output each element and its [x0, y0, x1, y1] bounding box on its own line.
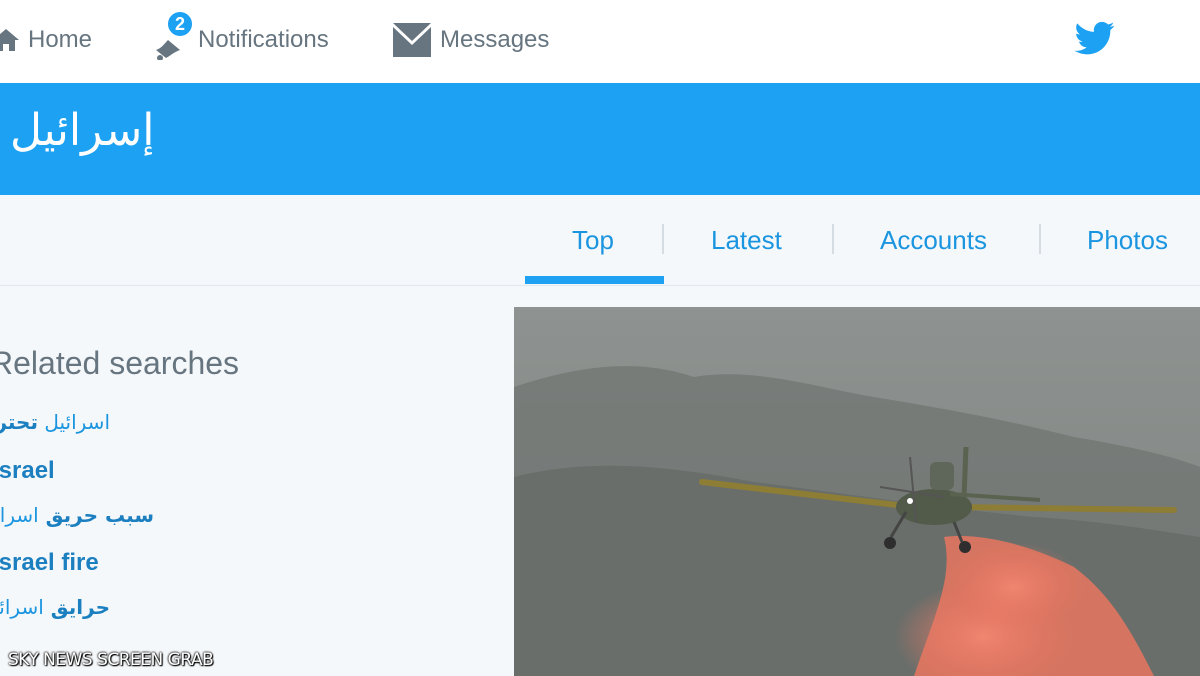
- search-query-banner: إسرائيل: [0, 83, 1200, 195]
- envelope-icon: [393, 23, 431, 57]
- nav-notifications-label: Notifications: [198, 26, 329, 53]
- nav-notifications[interactable]: 2 Notifications: [152, 0, 329, 80]
- related-search-link[interactable]: سبب حريق اسرائيل: [0, 503, 154, 527]
- related-search-link[interactable]: اسرائيل تحترق: [0, 410, 110, 434]
- tab-photos[interactable]: Photos: [1087, 225, 1168, 256]
- firefighting-plane-photo: [514, 307, 1200, 676]
- tab-divider: [1039, 224, 1041, 254]
- related-search-link[interactable]: Israel: [0, 457, 55, 485]
- tab-top[interactable]: Top: [572, 225, 614, 256]
- top-navigation-bar: Home 2 Notifications Messages: [0, 0, 1200, 83]
- tab-divider: [832, 224, 834, 254]
- home-icon: [0, 29, 19, 51]
- related-search-link[interactable]: Israel fire: [0, 549, 99, 577]
- tab-latest[interactable]: Latest: [711, 225, 782, 256]
- nav-messages[interactable]: Messages: [392, 0, 549, 80]
- search-tabs: Top Latest Accounts Photos: [0, 195, 1200, 286]
- tab-accounts[interactable]: Accounts: [880, 225, 987, 256]
- search-query-title: إسرائيل: [10, 105, 155, 156]
- twitter-logo-icon[interactable]: [1074, 18, 1116, 58]
- nav-home-label: Home: [28, 26, 93, 53]
- related-search-link[interactable]: حرايق اسرائيل: [0, 595, 110, 619]
- nav-home[interactable]: Home: [0, 0, 92, 80]
- nav-messages-label: Messages: [440, 26, 550, 53]
- tab-divider: [662, 224, 664, 254]
- notifications-count-badge: 2: [166, 10, 194, 38]
- related-searches-heading: Related searches: [0, 345, 240, 381]
- active-tab-indicator: [525, 276, 664, 284]
- tweet-photo[interactable]: [514, 307, 1200, 676]
- screen-grab-watermark: SKY NEWS SCREEN GRAB: [8, 650, 214, 670]
